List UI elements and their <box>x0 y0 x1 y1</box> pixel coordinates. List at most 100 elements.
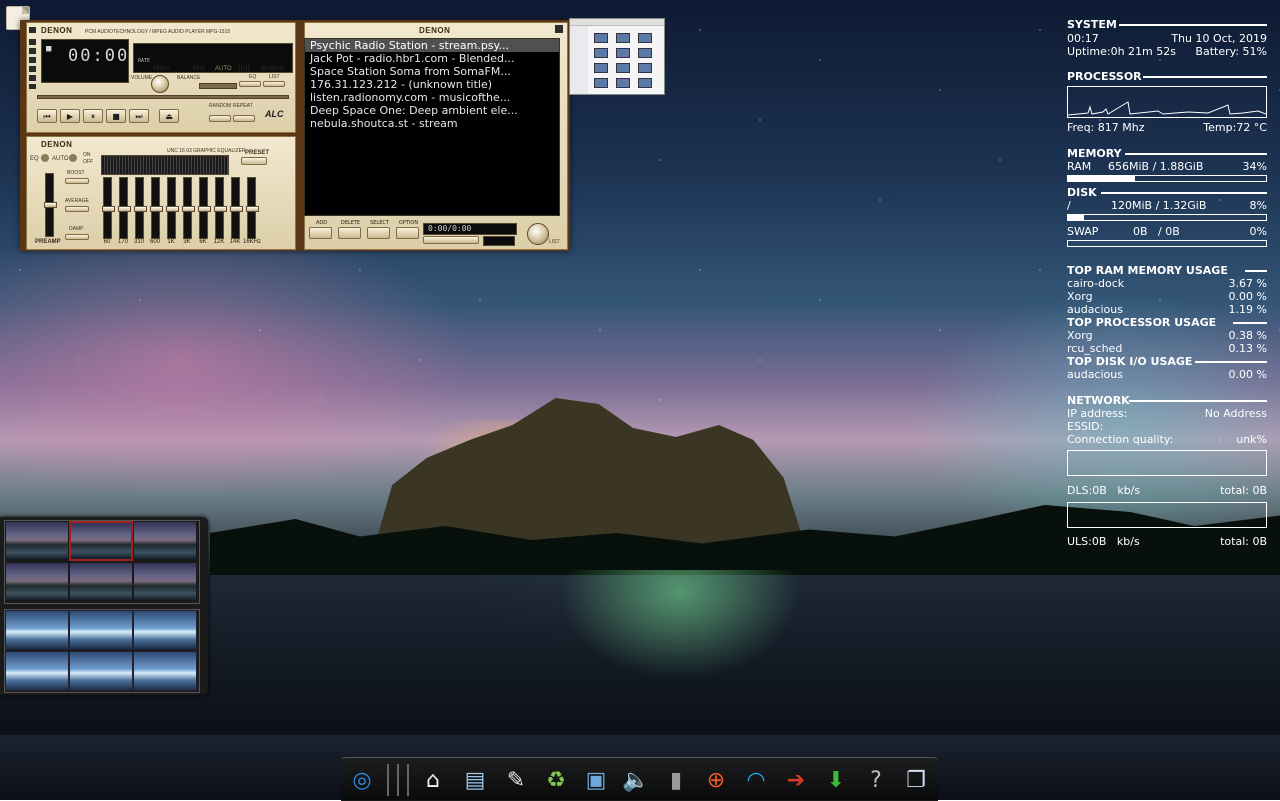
file-thumbnail[interactable] <box>616 33 630 43</box>
dock-help-lifebuoy-icon[interactable]: ⊕ <box>699 763 733 797</box>
playlist-mini-controls[interactable] <box>423 236 479 244</box>
file-thumbnail[interactable] <box>594 48 608 58</box>
workspace-thumb[interactable] <box>5 521 69 561</box>
eq-band-handle[interactable] <box>166 206 179 212</box>
workspace-thumb[interactable] <box>133 651 197 691</box>
workspace-thumb[interactable] <box>5 651 69 691</box>
workspace-thumb[interactable] <box>5 610 69 650</box>
playlist-item[interactable]: Psychic Radio Station - stream.psy... <box>305 39 559 52</box>
stop-button[interactable]: ■ <box>106 109 126 123</box>
dock-launcher-icon[interactable]: ◎ <box>345 763 379 797</box>
eq-band-handle[interactable] <box>134 206 147 212</box>
output-button[interactable]: Output <box>261 65 284 72</box>
playlist-add-button[interactable]: ADD <box>309 221 332 239</box>
eq-band-handle[interactable] <box>214 206 227 212</box>
boost-button[interactable] <box>65 178 89 184</box>
balance-slider[interactable] <box>199 83 237 89</box>
file-manager-titlebar[interactable] <box>570 19 664 26</box>
dock-text-editor-icon[interactable]: ✎ <box>499 763 533 797</box>
eq-band-slider[interactable] <box>166 177 179 239</box>
playlist-item[interactable]: Jack Pot - radio.hbr1.com - Blended... <box>305 52 559 65</box>
eject-button[interactable]: ⏏ <box>159 109 179 123</box>
workspace-pager[interactable] <box>0 517 208 695</box>
eq-band-slider[interactable] <box>150 177 163 239</box>
file-thumbnail[interactable] <box>638 78 652 88</box>
audio-player-window[interactable]: DENON PCM AUDIOTECHNOLOGY / MPEG AUDIO P… <box>20 20 570 251</box>
shuffle-button[interactable] <box>209 115 231 122</box>
workspace-thumb[interactable] <box>5 562 69 602</box>
playlist[interactable]: Psychic Radio Station - stream.psy... Jac… <box>304 38 560 216</box>
pager-desktop-2[interactable] <box>4 609 200 693</box>
damp-button[interactable] <box>65 234 89 240</box>
eq-band-handle[interactable] <box>246 206 259 212</box>
eq-band-handle[interactable] <box>182 206 195 212</box>
file-thumbnail[interactable] <box>638 33 652 43</box>
play-button[interactable]: ▶ <box>60 109 80 123</box>
playlist-list-knob[interactable] <box>527 223 549 245</box>
preset-button[interactable] <box>241 157 267 165</box>
workspace-thumb[interactable] <box>69 651 133 691</box>
eq-band-slider[interactable] <box>198 177 211 239</box>
eq-band-slider[interactable] <box>102 177 115 239</box>
dock-download-icon[interactable]: ⬇ <box>819 763 853 797</box>
eq-band-slider[interactable] <box>214 177 227 239</box>
side-buttons[interactable] <box>29 39 36 89</box>
playlist-select-button[interactable]: SELECT <box>367 221 390 239</box>
file-thumbnail[interactable] <box>638 48 652 58</box>
eq-band-handle[interactable] <box>102 206 115 212</box>
window-menu-button[interactable] <box>29 27 36 33</box>
preamp-slider[interactable] <box>44 173 57 237</box>
dock-file-manager-icon[interactable]: ▤ <box>458 763 492 797</box>
eq-toggle-button[interactable] <box>239 81 261 87</box>
eq-band-slider[interactable] <box>134 177 147 239</box>
workspace-thumb[interactable] <box>69 610 133 650</box>
workspace-thumb[interactable] <box>133 562 197 602</box>
eq-band-handle[interactable] <box>230 206 243 212</box>
dock-unknown-app-icon[interactable]: ? <box>859 763 893 797</box>
eq-band-slider[interactable] <box>246 177 259 239</box>
eq-band-handle[interactable] <box>118 206 131 212</box>
workspace-thumb[interactable] <box>133 610 197 650</box>
dock-image-viewer-icon[interactable]: ▣ <box>579 763 613 797</box>
seek-bar[interactable] <box>37 95 289 99</box>
repeat-button[interactable] <box>233 115 255 122</box>
eq-band-slider[interactable] <box>230 177 243 239</box>
next-button[interactable]: ⏭ <box>129 109 149 123</box>
eq-band-slider[interactable] <box>118 177 131 239</box>
playlist-item[interactable]: nebula.shoutca.st - stream <box>305 117 559 130</box>
file-manager-preview-window[interactable] <box>569 18 665 95</box>
dock-documents-icon[interactable]: ❐ <box>899 763 933 797</box>
workspace-thumb[interactable] <box>69 562 133 602</box>
file-thumbnail[interactable] <box>616 78 630 88</box>
playlist-item[interactable]: listen.radionomy.com - musicofthe... <box>305 91 559 104</box>
preamp-handle[interactable] <box>44 202 57 208</box>
dock-trash-icon[interactable]: ♻ <box>539 763 573 797</box>
file-thumbnail[interactable] <box>594 78 608 88</box>
average-button[interactable] <box>65 206 89 212</box>
playlist-item[interactable]: 176.31.123.212 - (unknown title) <box>305 78 559 91</box>
previous-button[interactable]: ⏮ <box>37 109 57 123</box>
dock-home-folder-icon[interactable]: ⌂ <box>416 763 450 797</box>
playlist-option-button[interactable]: OPTION <box>396 221 419 239</box>
eq-band-slider[interactable] <box>182 177 195 239</box>
eq-band-handle[interactable] <box>150 206 163 212</box>
list-toggle-button[interactable] <box>263 81 285 87</box>
file-thumbnail[interactable] <box>638 63 652 73</box>
close-icon[interactable] <box>555 25 563 33</box>
dock-volume-icon[interactable]: 🔈 <box>619 763 653 797</box>
volume-knob[interactable] <box>151 75 169 93</box>
pager-desktop-1[interactable] <box>4 520 200 604</box>
workspace-thumb-active[interactable] <box>69 521 133 561</box>
dock-logout-icon[interactable]: ➔ <box>779 763 813 797</box>
file-thumbnail[interactable] <box>594 63 608 73</box>
playlist-item[interactable]: Deep Space One: Deep ambient ele... <box>305 104 559 117</box>
pause-button[interactable]: ⏸ <box>83 109 103 123</box>
eq-auto-knob[interactable] <box>69 154 77 162</box>
dock-battery-icon[interactable]: ▮ <box>659 763 693 797</box>
file-thumbnail[interactable] <box>616 63 630 73</box>
file-thumbnail[interactable] <box>594 33 608 43</box>
file-thumbnail[interactable] <box>616 48 630 58</box>
eq-band-handle[interactable] <box>198 206 211 212</box>
workspace-thumb[interactable] <box>133 521 197 561</box>
playlist-delete-button[interactable]: DELETE <box>338 221 361 239</box>
